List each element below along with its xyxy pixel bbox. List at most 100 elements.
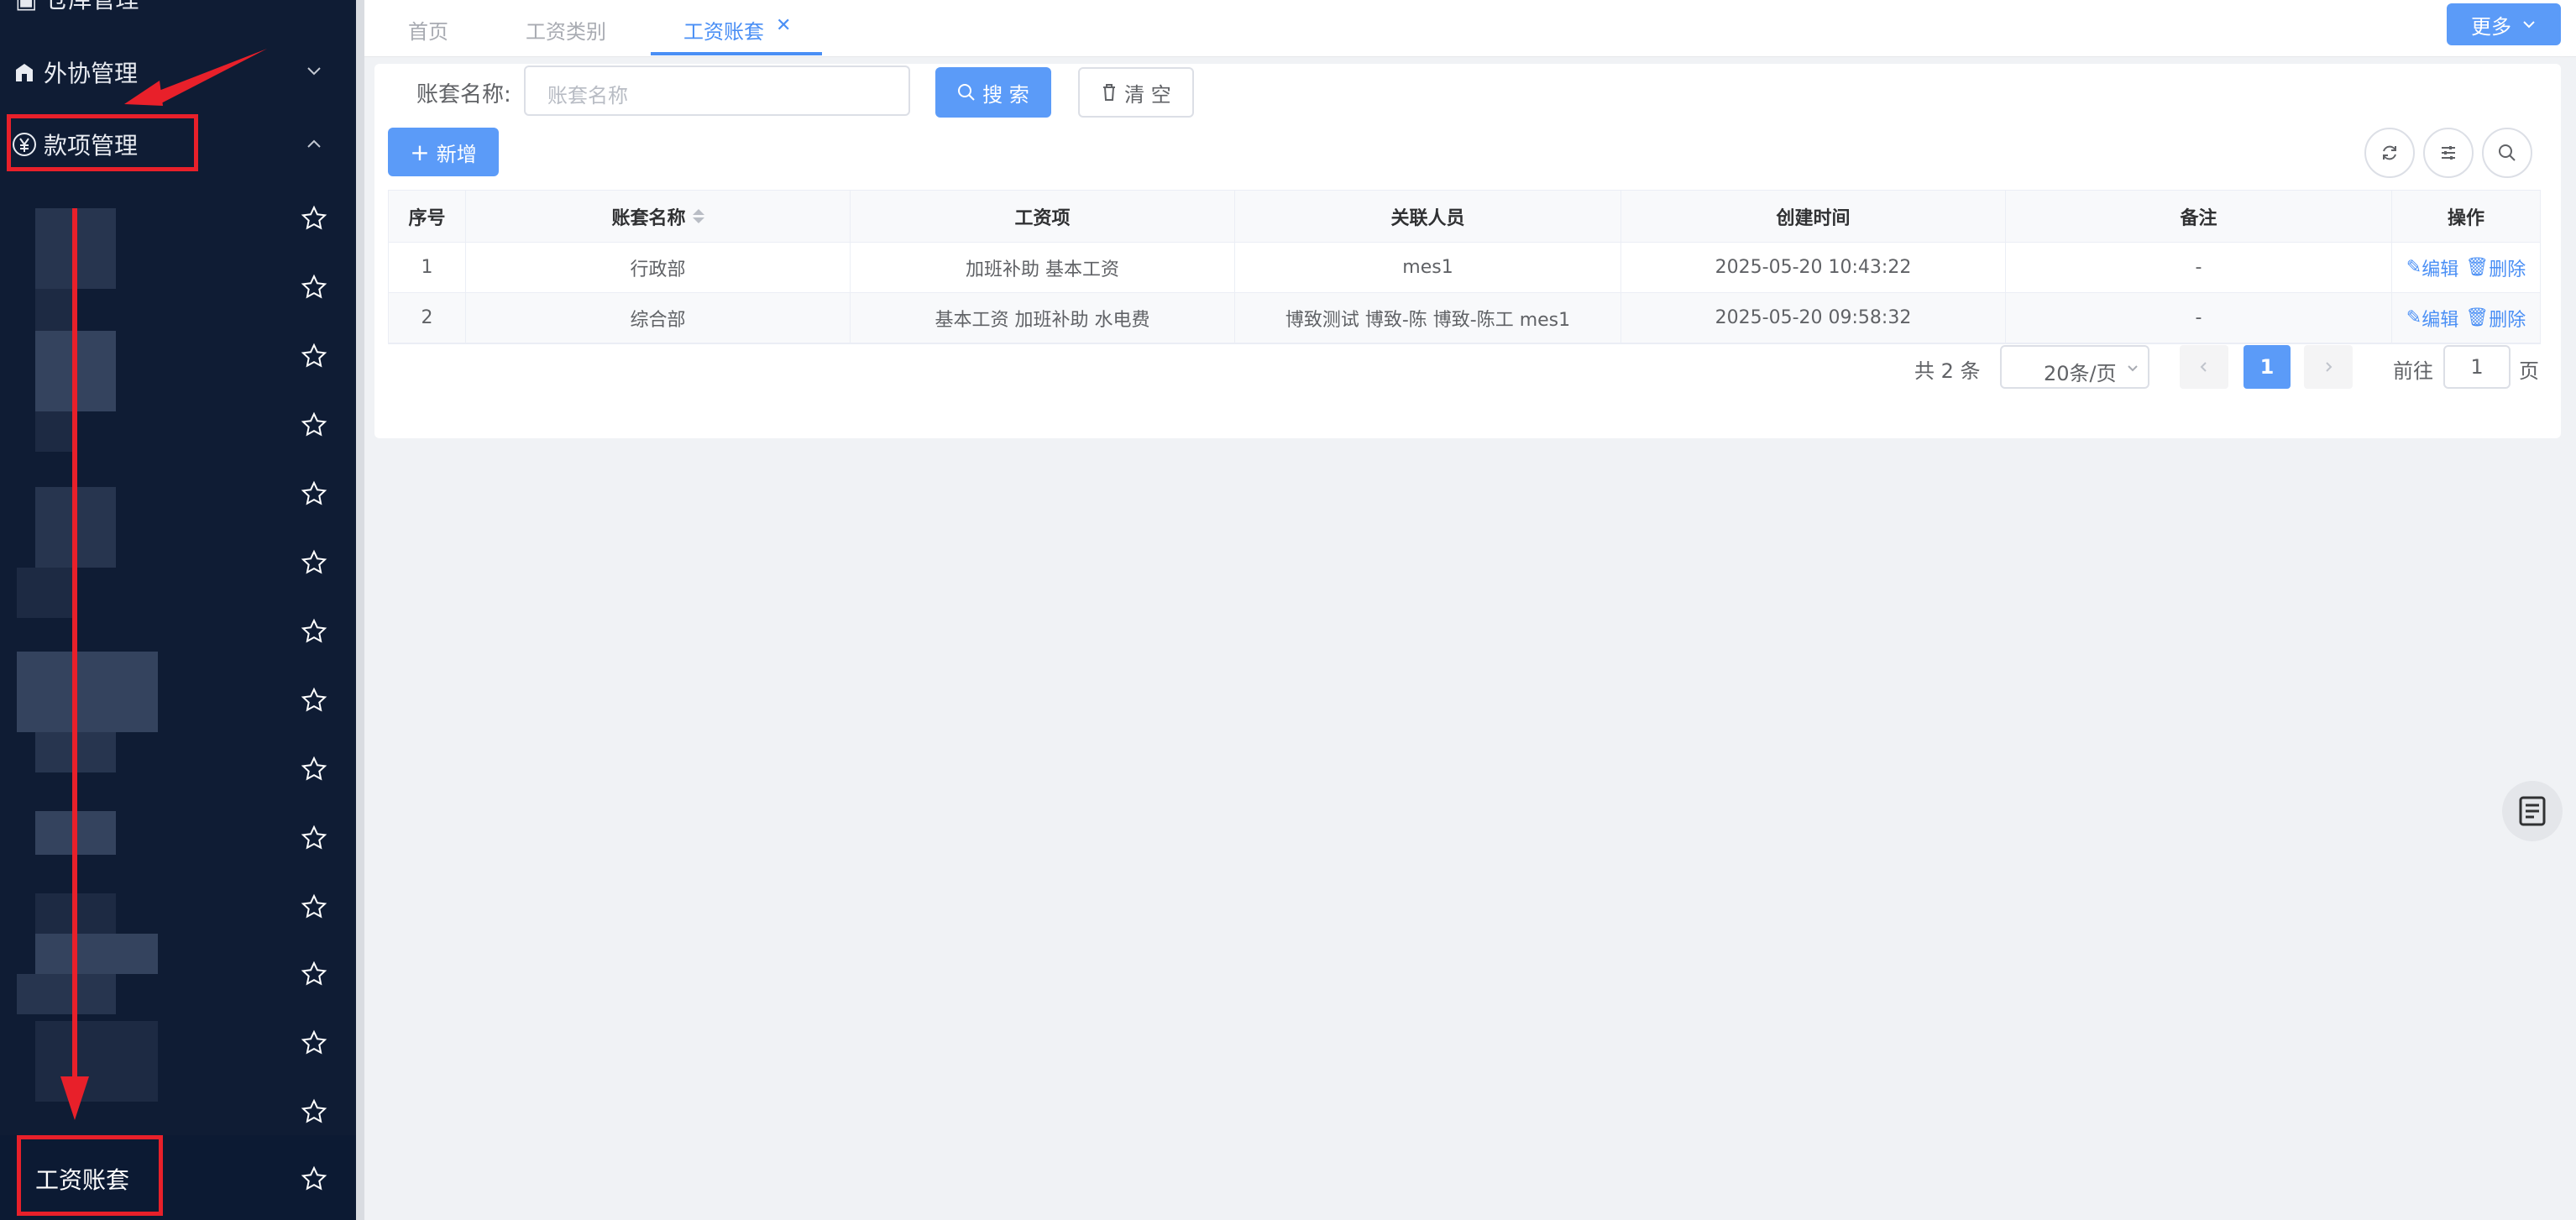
prev-page-button[interactable] xyxy=(2180,345,2228,389)
table-row: 1 行政部 加班补助 基本工资 mes1 2025-05-20 10:43:22… xyxy=(389,243,2540,293)
column-header-name[interactable]: 账套名称 xyxy=(466,191,851,242)
active-tab-indicator xyxy=(651,52,822,55)
delete-label: 删除 xyxy=(2489,309,2526,331)
chevron-right-icon xyxy=(2326,362,2333,372)
star-icon[interactable] xyxy=(301,825,327,851)
column-header-created: 创建时间 xyxy=(1621,191,2006,242)
document-icon xyxy=(2519,796,2546,826)
search-button[interactable]: 搜 索 xyxy=(935,67,1051,118)
tab-salary-category[interactable]: 工资类别 xyxy=(526,15,606,45)
edit-icon: ✎ xyxy=(2406,307,2422,328)
page-size-value: 20条/页 xyxy=(2044,362,2117,385)
annotation-box-payment xyxy=(7,114,198,171)
sort-icon[interactable] xyxy=(692,209,704,223)
search-field-label: 账套名称: xyxy=(416,82,511,107)
chevron-up-icon[interactable] xyxy=(304,134,324,154)
edit-icon: ✎ xyxy=(2406,257,2422,278)
star-icon[interactable] xyxy=(301,687,327,714)
pagination-total: 共 2 条 xyxy=(1914,359,1981,383)
refresh-button[interactable] xyxy=(2364,128,2415,178)
clear-button[interactable]: 清 空 xyxy=(1078,67,1194,118)
cell-people: mes1 xyxy=(1235,243,1621,292)
column-header-remark: 备注 xyxy=(2006,191,2392,242)
page-number-current[interactable]: 1 xyxy=(2244,345,2291,389)
table-header-row: 序号 账套名称 工资项 关联人员 创建时间 备注 操作 xyxy=(389,191,2540,243)
search-input-placeholder: 账套名称 xyxy=(547,84,628,107)
cell-items: 基本工资 加班补助 水电费 xyxy=(851,293,1235,343)
sidebar-item-warehouse[interactable]: ▣ 仓库管理 xyxy=(15,0,139,15)
star-icon[interactable] xyxy=(301,549,327,576)
close-icon[interactable]: ✕ xyxy=(776,15,791,36)
star-icon[interactable] xyxy=(301,756,327,783)
search-input[interactable]: 账套名称 xyxy=(524,65,910,116)
cell-name: 行政部 xyxy=(466,243,851,292)
cell-people: 博致测试 博致-陈 博致-陈工 mes1 xyxy=(1235,293,1621,343)
sidebar-item-label: 外协管理 xyxy=(44,60,139,87)
chevron-down-icon[interactable] xyxy=(304,60,324,81)
star-icon[interactable] xyxy=(301,274,327,301)
star-icon[interactable] xyxy=(301,411,327,438)
delete-button[interactable]: 🗑 删除 xyxy=(2465,305,2526,332)
star-icon[interactable] xyxy=(301,343,327,369)
star-icon[interactable] xyxy=(301,1029,327,1056)
salary-set-table: 序号 账套名称 工资项 关联人员 创建时间 备注 操作 1 行政部 加班补助 基… xyxy=(388,190,2541,344)
star-icon[interactable] xyxy=(301,205,327,232)
delete-button[interactable]: 🗑 删除 xyxy=(2465,254,2526,281)
column-header-index: 序号 xyxy=(389,191,466,242)
sidebar-item-label: 仓库管理 xyxy=(45,0,139,13)
column-header-items: 工资项 xyxy=(851,191,1235,242)
building-icon xyxy=(12,60,37,85)
cell-remark: - xyxy=(2006,293,2392,343)
cell-remark: - xyxy=(2006,243,2392,292)
cell-actions: ✎ 编辑 🗑 删除 xyxy=(2392,243,2540,292)
cell-created: 2025-05-20 10:43:22 xyxy=(1621,243,2006,292)
goto-page-input[interactable]: 1 xyxy=(2443,345,2511,389)
plus-icon: + xyxy=(410,138,430,166)
column-settings-button[interactable] xyxy=(2423,128,2474,178)
refresh-icon xyxy=(2383,145,2396,160)
add-button[interactable]: + 新增 xyxy=(388,128,499,176)
edit-button[interactable]: ✎ 编辑 xyxy=(2406,254,2458,281)
tab-salary-set[interactable]: 工资账套 xyxy=(683,15,764,45)
sidebar-divider xyxy=(356,0,364,1220)
cell-name: 综合部 xyxy=(466,293,851,343)
floating-document-button[interactable] xyxy=(2502,781,2563,841)
tab-bar: 首页 工资类别 工资账套 xyxy=(364,0,2576,57)
trash-icon xyxy=(1103,84,1116,101)
search-button-label: 搜 索 xyxy=(982,82,1029,107)
add-button-label: 新增 xyxy=(436,142,477,166)
next-page-button[interactable] xyxy=(2304,345,2353,389)
search-icon xyxy=(958,84,975,101)
edit-label: 编辑 xyxy=(2422,259,2459,280)
star-icon[interactable] xyxy=(301,1098,327,1125)
toggle-search-button[interactable] xyxy=(2482,128,2532,178)
sidebar-item-outsourcing[interactable]: 外协管理 xyxy=(12,47,138,97)
table-row: 2 综合部 基本工资 加班补助 水电费 博致测试 博致-陈 博致-陈工 mes1… xyxy=(389,293,2540,343)
chevron-down-icon xyxy=(2523,21,2535,29)
chevron-down-icon xyxy=(2128,365,2138,372)
warehouse-icon: ▣ xyxy=(15,0,37,13)
column-header-label: 账套名称 xyxy=(611,207,686,229)
star-icon[interactable] xyxy=(301,480,327,507)
chevron-left-icon xyxy=(2200,362,2207,372)
column-header-people: 关联人员 xyxy=(1235,191,1621,242)
goto-label: 前往 xyxy=(2393,359,2433,383)
more-button[interactable]: 更多 xyxy=(2447,3,2561,45)
page-suffix-label: 页 xyxy=(2519,359,2539,383)
sidebar: ▣ 仓库管理 外协管理 款项管理 xyxy=(0,0,356,1220)
column-header-actions: 操作 xyxy=(2447,207,2484,229)
clear-button-label: 清 空 xyxy=(1124,82,1171,107)
cell-items: 加班补助 基本工资 xyxy=(851,243,1235,292)
star-icon[interactable] xyxy=(301,1165,327,1192)
tab-home[interactable]: 首页 xyxy=(408,15,448,45)
star-icon[interactable] xyxy=(301,961,327,987)
star-icon[interactable] xyxy=(301,618,327,645)
cell-created: 2025-05-20 09:58:32 xyxy=(1621,293,2006,343)
page-size-select[interactable]: 20条/页 xyxy=(2000,345,2149,389)
edit-label: 编辑 xyxy=(2422,309,2459,331)
delete-label: 删除 xyxy=(2489,259,2526,280)
edit-button[interactable]: ✎ 编辑 xyxy=(2406,305,2458,332)
cell-actions: ✎ 编辑 🗑 删除 xyxy=(2392,293,2540,343)
star-icon[interactable] xyxy=(301,893,327,920)
cell-index: 2 xyxy=(389,293,466,343)
